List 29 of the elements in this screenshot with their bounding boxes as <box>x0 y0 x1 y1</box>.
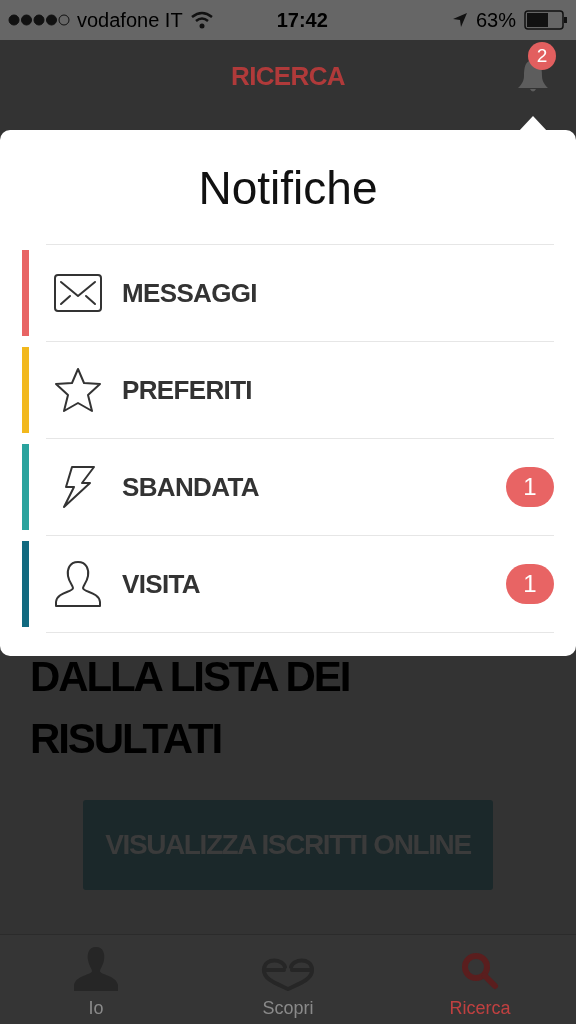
count-badge: 1 <box>506 564 554 604</box>
notification-row[interactable]: MESSAGGI <box>0 245 576 342</box>
status-time: 17:42 <box>275 8 329 33</box>
envelope-icon <box>54 274 102 312</box>
location-arrow-icon <box>451 12 468 28</box>
row-label: SBANDATA <box>122 470 260 504</box>
notification-count-badge: 2 <box>528 42 556 70</box>
signal-icon <box>8 14 70 26</box>
tab-bar-item[interactable]: Io <box>0 935 192 1024</box>
notification-row[interactable]: PREFERITI <box>0 342 576 439</box>
carrier-name: vodafone IT <box>77 8 183 33</box>
popover-title: Notifiche <box>197 161 379 216</box>
page-title: RICERCA <box>231 59 345 93</box>
star-icon <box>54 367 102 413</box>
person-icon <box>54 560 102 608</box>
row-label: PREFERITI <box>122 373 253 407</box>
lightning-icon <box>60 465 96 509</box>
notification-row[interactable]: VISITA 1 <box>0 536 576 633</box>
row-label: VISITA <box>122 567 201 601</box>
count-badge: 1 <box>506 467 554 507</box>
notification-row[interactable]: SBANDATA 1 <box>0 439 576 536</box>
tab-bar-item[interactable]: Scopri <box>192 935 384 1024</box>
notification-bell-button[interactable]: 2 <box>516 42 556 94</box>
row-label: MESSAGGI <box>122 276 258 310</box>
battery-percent: 63% <box>475 8 516 33</box>
search-icon <box>460 951 500 991</box>
battery-icon <box>524 10 568 30</box>
tab-bar-item[interactable]: Ricerca <box>384 935 576 1024</box>
wifi-icon <box>189 11 214 29</box>
